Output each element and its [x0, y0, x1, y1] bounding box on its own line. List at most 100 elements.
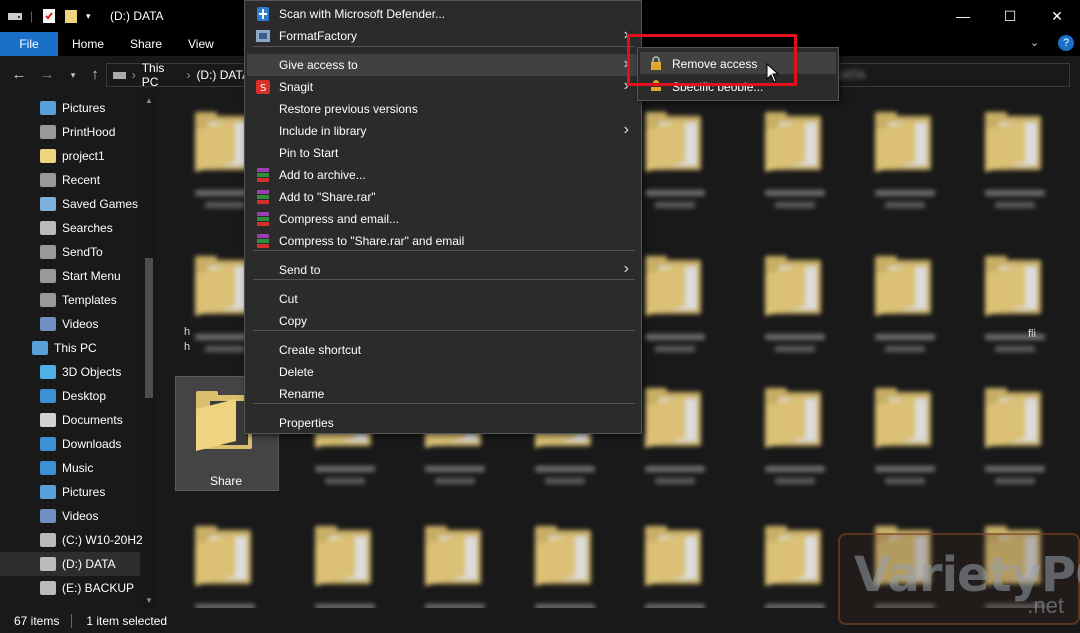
quick-access-dropdown-icon[interactable]: ▾: [86, 8, 91, 24]
menu-item-send-to[interactable]: Send to ›: [247, 259, 639, 281]
new-folder-icon[interactable]: [64, 8, 78, 24]
nav-item[interactable]: Templates: [0, 288, 140, 312]
nav-item[interactable]: SendTo: [0, 240, 140, 264]
minimize-button[interactable]: —: [940, 0, 986, 32]
folder-tile[interactable]: [625, 514, 725, 608]
tab-home[interactable]: Home: [60, 32, 116, 56]
menu-item-cut[interactable]: Cut: [247, 288, 639, 310]
menu-item-include-in-library[interactable]: Include in library ›: [247, 120, 639, 142]
folder-icon: [645, 388, 705, 448]
nav-item[interactable]: (C:) W10-20H2: [0, 528, 143, 552]
menu-item-compress-and-email[interactable]: Compress and email...: [247, 208, 639, 230]
nav-item-label: SendTo: [62, 245, 103, 259]
nav-item[interactable]: project1: [0, 144, 140, 168]
nav-item[interactable]: Saved Games: [0, 192, 140, 216]
folder-icon: [645, 112, 705, 172]
nav-item-label: Pictures: [62, 485, 106, 499]
breadcrumb-drive[interactable]: (D:) DATA: [196, 68, 250, 82]
address-bar[interactable]: › This PC › (D:) DATA: [106, 61, 250, 89]
scroll-up-icon[interactable]: ▲: [144, 96, 154, 105]
menu-item-label: Scan with Microsoft Defender...: [279, 7, 446, 21]
nav-item[interactable]: Videos: [0, 312, 140, 336]
nav-item[interactable]: Start Menu: [0, 264, 140, 288]
svg-text:S: S: [260, 83, 266, 94]
winrar-icon: [257, 234, 269, 248]
formatfactory-icon: [256, 30, 270, 42]
folder-tile[interactable]: [295, 514, 395, 608]
folder-tile[interactable]: [965, 100, 1065, 220]
nav-item-label: (E:) BACKUP: [62, 581, 135, 595]
menu-item-pin-to-start[interactable]: Pin to Start: [247, 142, 639, 164]
menu-item-scan-with-microsoft-defender[interactable]: Scan with Microsoft Defender...: [247, 3, 639, 25]
tab-view[interactable]: View: [176, 32, 226, 56]
folder-tile[interactable]: [855, 100, 955, 220]
nav-item[interactable]: Recent: [0, 168, 140, 192]
scroll-thumb[interactable]: [145, 258, 153, 398]
tab-share[interactable]: Share: [118, 32, 174, 56]
folder-tile[interactable]: [855, 244, 955, 364]
up-button[interactable]: ↑: [86, 66, 104, 84]
tab-file[interactable]: File: [0, 32, 58, 56]
recent-locations-icon[interactable]: ▾: [64, 66, 82, 84]
nav-item[interactable]: Music: [0, 456, 140, 480]
folder-tile[interactable]: [855, 376, 955, 496]
menu-item-give-access-to[interactable]: Give access to ›: [247, 54, 639, 76]
shortcut-folder-icon: [40, 269, 56, 283]
nav-item[interactable]: Documents: [0, 408, 140, 432]
nav-item[interactable]: PrintHood: [0, 120, 140, 144]
nav-item[interactable]: 3D Objects: [0, 360, 140, 384]
nav-item-label: Searches: [62, 221, 113, 235]
breadcrumb-this-pc[interactable]: This PC: [142, 61, 181, 89]
nav-item-label: Desktop: [62, 389, 107, 403]
nav-item[interactable]: Videos: [0, 504, 140, 528]
search-input[interactable]: DATA: [830, 63, 1070, 87]
menu-item-create-shortcut[interactable]: Create shortcut: [247, 339, 639, 361]
nav-item[interactable]: Pictures: [0, 96, 140, 120]
nav-item-label: (D:) DATA: [62, 557, 116, 571]
folder-tile[interactable]: [745, 100, 845, 220]
properties-icon[interactable]: [42, 8, 56, 24]
menu-item-rename[interactable]: Rename: [247, 383, 639, 405]
folder-tile[interactable]: [175, 514, 275, 608]
scroll-down-icon[interactable]: ▼: [144, 596, 154, 605]
folder-tile[interactable]: [965, 244, 1065, 364]
menu-item-add-to-archive[interactable]: Add to archive...: [247, 164, 639, 186]
back-button[interactable]: ←: [10, 66, 28, 84]
window-title: (D:) DATA: [110, 9, 164, 23]
menu-item-snagit[interactable]: S Snagit ›: [247, 76, 639, 98]
help-icon[interactable]: ?: [1058, 35, 1074, 51]
close-button[interactable]: ✕: [1034, 0, 1080, 32]
nav-item[interactable]: (D:) DATA: [0, 552, 140, 576]
nav-item[interactable]: Searches: [0, 216, 140, 240]
menu-item-restore-previous-versions[interactable]: Restore previous versions: [247, 98, 639, 120]
menu-item-compress-to-share-rar-and-email[interactable]: Compress to "Share.rar" and email: [247, 230, 639, 252]
nav-item[interactable]: Desktop: [0, 384, 140, 408]
partial-label: h: [184, 326, 191, 338]
menu-item-delete[interactable]: Delete: [247, 361, 639, 383]
folder-tile[interactable]: [515, 514, 615, 608]
nav-item-label: Videos: [62, 509, 99, 523]
folder-tile[interactable]: [965, 376, 1065, 496]
folder-icon: [875, 388, 935, 448]
nav-item[interactable]: Downloads: [0, 432, 140, 456]
menu-item-copy[interactable]: Copy: [247, 310, 639, 332]
nav-scrollbar[interactable]: ▲ ▼: [142, 94, 156, 608]
documents-icon: [40, 413, 56, 427]
menu-item-formatfactory[interactable]: FormatFactory ›: [247, 25, 639, 47]
ribbon-expand-icon[interactable]: ⌄: [1030, 36, 1039, 49]
nav-item[interactable]: This PC: [0, 336, 140, 360]
status-divider: [71, 613, 73, 628]
maximize-button[interactable]: ☐: [987, 0, 1033, 32]
chevron-right-icon: ›: [623, 260, 629, 277]
folder-tile[interactable]: [745, 514, 845, 608]
forward-button[interactable]: →: [38, 66, 56, 84]
folder-tile[interactable]: [745, 376, 845, 496]
folder-tile[interactable]: [405, 514, 505, 608]
nav-item[interactable]: (E:) BACKUP: [0, 576, 140, 600]
nav-item[interactable]: Pictures: [0, 480, 140, 504]
menu-item-label: Snagit: [279, 80, 314, 94]
menu-item-add-to-share-rar[interactable]: Add to "Share.rar": [247, 186, 639, 208]
folder-tile[interactable]: [745, 244, 845, 364]
menu-item-properties[interactable]: Properties: [247, 412, 639, 434]
navigation-pane: Pictures PrintHood project1 Recent Saved Gam…: [0, 94, 158, 608]
